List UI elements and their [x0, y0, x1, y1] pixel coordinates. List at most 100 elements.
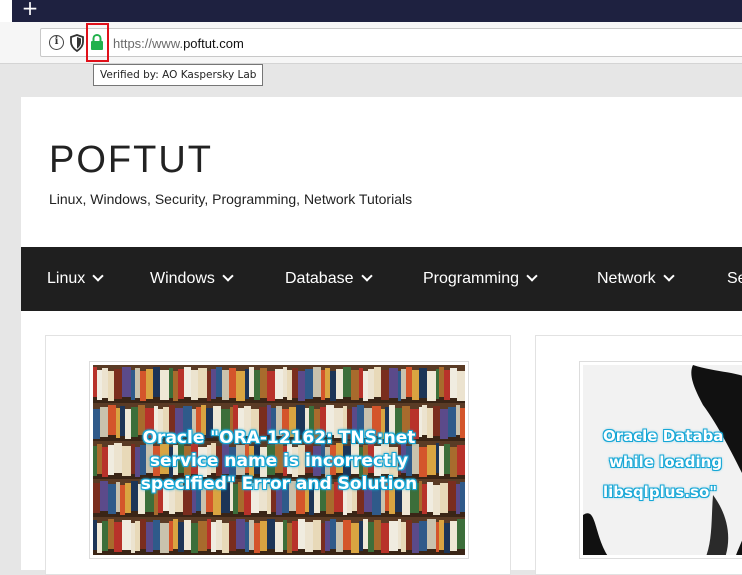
book-spine: [374, 520, 381, 550]
book-spine: [114, 369, 123, 399]
book-spine: [190, 523, 199, 553]
book-spine: [426, 371, 436, 401]
new-tab-icon[interactable]: +: [16, 0, 44, 19]
site-title[interactable]: POFTUT: [49, 139, 213, 182]
portrait-image: Oracle Databa while loading libsqlplus.s…: [583, 365, 742, 555]
book-spine: [183, 520, 191, 550]
security-tooltip: Verified by: AO Kaspersky Lab: [93, 64, 264, 86]
thumbnail-title-line: service name is incorrectly: [149, 451, 409, 471]
book-spine: [418, 521, 427, 551]
book-spine: [228, 521, 237, 551]
book-spine: [259, 521, 267, 551]
nav-item-network[interactable]: Network: [597, 247, 675, 311]
book-spine: [457, 371, 465, 401]
book-spine: [412, 523, 419, 553]
book-spine: [160, 370, 170, 400]
book-spine: [259, 368, 267, 398]
post-thumbnail[interactable]: Oracle "ORA-12162: TNS:net service name …: [89, 361, 469, 559]
nav-label: Database: [285, 270, 354, 287]
lock-icon[interactable]: [90, 34, 104, 50]
book-spine: [374, 367, 381, 397]
nav-item-programming[interactable]: Programming: [423, 247, 538, 311]
book-row: [93, 519, 465, 553]
bookshelf-image: Oracle "ORA-12162: TNS:net service name …: [93, 365, 465, 555]
chevron-down-icon: [222, 270, 234, 282]
book-spine: [183, 367, 191, 397]
book-spine: [336, 369, 343, 399]
web-page: POFTUT Linux, Windows, Security, Program…: [21, 97, 742, 575]
nav-item-database[interactable]: Database: [285, 247, 373, 311]
book-spine: [198, 521, 208, 551]
book-spine: [380, 370, 389, 400]
info-icon[interactable]: i: [49, 35, 64, 50]
book-spine: [418, 368, 427, 398]
tracking-shield-icon[interactable]: [69, 34, 85, 52]
book-spine: [304, 522, 313, 552]
tab-strip-background: [12, 0, 742, 22]
book-spine: [107, 371, 115, 401]
book-spine: [304, 369, 313, 399]
chevron-down-icon: [92, 270, 104, 282]
book-row: [93, 367, 465, 401]
book-spine: [388, 368, 398, 398]
nav-label: Se: [727, 270, 742, 287]
book-spine: [426, 519, 436, 549]
book-spine: [342, 520, 351, 550]
book-spine: [350, 370, 360, 400]
chevron-down-icon: [360, 270, 373, 282]
chevron-down-icon: [526, 270, 538, 282]
book-spine: [336, 522, 343, 552]
navigation-toolbar: i: [0, 22, 742, 64]
tab-strip: +: [0, 0, 742, 22]
nav-item-linux[interactable]: Linux: [47, 247, 104, 311]
book-spine: [297, 371, 305, 401]
url-text[interactable]: https://www.poftut.com: [113, 36, 244, 51]
book-spine: [221, 370, 229, 400]
nav-item-windows[interactable]: Windows: [150, 247, 234, 311]
book-spine: [122, 367, 132, 397]
thumbnail-title-line: while loading: [609, 453, 723, 471]
book-spine: [450, 368, 458, 398]
url-host: poftut.com: [183, 36, 244, 51]
thumbnail-title-line: Oracle "ORA-12162: TNS:net: [142, 428, 416, 448]
book-spine: [266, 371, 275, 401]
book-spine: [457, 519, 465, 549]
site-tagline: Linux, Windows, Security, Programming, N…: [49, 191, 413, 207]
post-thumbnail[interactable]: Oracle Databa while loading libsqlplus.s…: [579, 361, 742, 559]
book-spine: [312, 520, 322, 550]
book-spine: [380, 523, 389, 553]
main-navigation: Linux Windows Database Programming Netwo…: [21, 247, 742, 311]
book-spine: [312, 367, 322, 397]
post-card: Oracle "ORA-12162: TNS:net service name …: [45, 335, 511, 575]
nav-label: Windows: [150, 270, 215, 287]
book-spine: [221, 523, 229, 553]
thumbnail-title-line: specified" Error and Solution: [140, 474, 418, 494]
book-spine: [266, 519, 275, 549]
book-spine: [107, 519, 115, 549]
thumbnail-title-line: Oracle Databa: [603, 427, 724, 445]
book-spine: [190, 370, 199, 400]
post-card: Oracle Databa while loading libsqlplus.s…: [535, 335, 742, 575]
nav-label: Network: [597, 270, 656, 287]
book-spine: [198, 368, 208, 398]
book-spine: [297, 519, 305, 549]
book-spine: [122, 520, 132, 550]
book-spine: [145, 369, 153, 399]
thumbnail-title-line: libsqlplus.so": [603, 483, 718, 501]
book-spine: [228, 368, 237, 398]
nav-label: Programming: [423, 270, 520, 287]
book-spine: [160, 523, 170, 553]
book-spine: [274, 522, 284, 552]
book-spine: [388, 521, 398, 551]
book-spine: [350, 523, 360, 553]
book-spine: [152, 520, 161, 550]
book-spine: [236, 371, 246, 401]
nav-label: Linux: [47, 270, 86, 287]
book-spine: [152, 367, 161, 397]
nav-item-security[interactable]: Se: [727, 247, 742, 311]
book-spine: [342, 367, 351, 397]
chevron-down-icon: [663, 270, 675, 282]
book-spine: [450, 521, 458, 551]
url-scheme: https://www.: [113, 36, 184, 51]
book-spine: [114, 522, 123, 552]
